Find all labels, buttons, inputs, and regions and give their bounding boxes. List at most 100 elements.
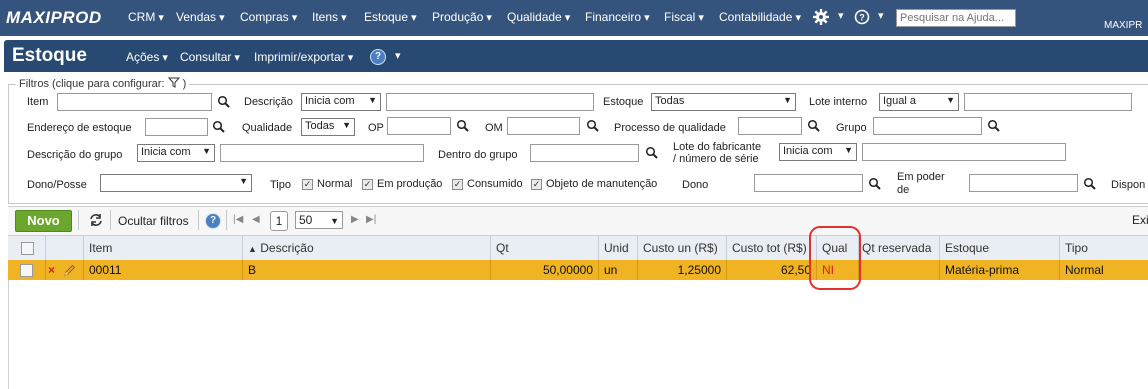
- filter-descricao-operator[interactable]: Inicia com ▼: [301, 93, 381, 111]
- filter-qualidade-value: Todas: [305, 120, 335, 132]
- nav-crm[interactable]: CRM: [128, 10, 164, 24]
- gear-dropdown-caret[interactable]: ▾: [838, 9, 844, 22]
- tipo-consumido-checkbox[interactable]: ✓: [452, 179, 463, 190]
- filter-estoque-select[interactable]: Todas ▼: [651, 93, 796, 111]
- nav-itens[interactable]: Itens: [312, 10, 347, 24]
- filter-grupo-input[interactable]: [873, 117, 982, 135]
- filter-em-poder-input[interactable]: [969, 174, 1078, 192]
- menu-acoes[interactable]: Ações: [126, 50, 168, 64]
- search-icon[interactable]: [586, 119, 600, 133]
- chevron-down-icon: ▼: [783, 95, 792, 105]
- page-number-input[interactable]: 1: [270, 211, 288, 231]
- cell-qt-reservada: [859, 260, 940, 280]
- filter-descricao-grupo-operator[interactable]: Inicia com ▼: [137, 144, 215, 162]
- nav-qualidade[interactable]: Qualidade: [507, 10, 570, 24]
- column-header-unid[interactable]: Unid: [599, 236, 638, 260]
- filter-grupo-label: Grupo: [836, 122, 867, 134]
- filter-endereco-input[interactable]: [145, 118, 208, 136]
- first-page-icon[interactable]: |◀: [233, 214, 243, 225]
- column-header-item[interactable]: Item: [84, 236, 243, 260]
- chevron-down-icon: ▼: [239, 176, 248, 186]
- cell-tipo: Normal: [1065, 263, 1104, 277]
- filter-lote-fabricante-input[interactable]: [862, 143, 1066, 161]
- refresh-icon[interactable]: [88, 213, 104, 230]
- edit-icon[interactable]: [63, 263, 76, 280]
- nav-financeiro[interactable]: Financeiro: [585, 10, 650, 24]
- table-row[interactable]: × 00011 B 50,00000 un 1,25000 62,50 NI M…: [8, 260, 1148, 280]
- nav-estoque[interactable]: Estoque: [364, 10, 417, 24]
- filters-legend-close: ): [182, 78, 187, 90]
- filter-item-input[interactable]: [57, 93, 212, 111]
- row-select-checkbox[interactable]: [20, 264, 33, 277]
- chevron-down-icon: ▼: [368, 95, 377, 105]
- column-header-custo-un[interactable]: Custo un (R$): [638, 236, 727, 260]
- tipo-objeto-manutencao-checkbox[interactable]: ✓: [531, 179, 542, 190]
- select-all-checkbox[interactable]: [21, 242, 34, 255]
- search-icon[interactable]: [1083, 177, 1097, 191]
- last-page-icon[interactable]: ▶|: [366, 214, 376, 225]
- novo-button[interactable]: Novo: [15, 210, 72, 232]
- toolbar-separator: [78, 210, 79, 230]
- prev-page-icon[interactable]: ◀: [252, 214, 260, 225]
- exibir-button[interactable]: Exi: [1132, 213, 1148, 227]
- nav-vendas[interactable]: Vendas: [176, 10, 225, 24]
- help-dropdown-caret[interactable]: ▾: [878, 9, 884, 22]
- filter-descricao-grupo-input[interactable]: [220, 144, 424, 162]
- column-header-estoque[interactable]: Estoque: [940, 236, 1060, 260]
- filter-dentro-grupo-input[interactable]: [530, 144, 639, 162]
- filter-descricao-label: Descrição: [244, 96, 293, 108]
- filter-om-input[interactable]: [507, 117, 580, 135]
- column-header-custo-tot[interactable]: Custo tot (R$): [727, 236, 817, 260]
- app-logo[interactable]: MAXIPROD: [6, 8, 102, 28]
- menu-imprimir-exportar[interactable]: Imprimir/exportar: [254, 50, 353, 64]
- module-help-dropdown-caret[interactable]: ▾: [395, 49, 401, 62]
- grid-help-icon[interactable]: ?: [205, 213, 221, 229]
- help-search-input[interactable]: [896, 9, 1016, 27]
- ocultar-filtros-button[interactable]: Ocultar filtros: [118, 214, 189, 228]
- search-icon[interactable]: [868, 177, 882, 191]
- column-header-descricao[interactable]: ▲ Descrição: [243, 236, 491, 260]
- search-icon[interactable]: [987, 119, 1001, 133]
- filter-descricao-input[interactable]: [386, 93, 594, 111]
- tipo-em-producao-checkbox[interactable]: ✓: [362, 179, 373, 190]
- filter-icon[interactable]: [167, 77, 180, 88]
- filter-processo-input[interactable]: [738, 117, 802, 135]
- search-icon[interactable]: [212, 120, 226, 134]
- filter-lote-interno-operator[interactable]: Igual a ▼: [879, 93, 959, 111]
- filter-lote-fabricante-operator[interactable]: Inicia com ▼: [779, 143, 857, 161]
- tipo-normal-label: Normal: [317, 178, 353, 190]
- row-actions-cell: ×: [46, 260, 84, 280]
- tipo-normal-checkbox[interactable]: ✓: [302, 179, 313, 190]
- column-header-qt-reservada[interactable]: Qt reservada: [859, 236, 940, 260]
- filter-lote-fabricante-label-line1: Lote do fabricante: [673, 141, 762, 153]
- filter-qualidade-select[interactable]: Todas ▼: [301, 118, 355, 136]
- cell-custo-un: 1,25000: [638, 260, 727, 280]
- filter-op-input[interactable]: [387, 117, 451, 135]
- nav-contabilidade[interactable]: Contabilidade: [719, 10, 801, 24]
- filters-legend[interactable]: Filtros (clique para configurar: ): [16, 77, 190, 90]
- tipo-consumido-label: Consumido: [467, 178, 523, 190]
- nav-compras[interactable]: Compras: [240, 10, 297, 24]
- search-icon[interactable]: [217, 95, 231, 109]
- menu-consultar[interactable]: Consultar: [180, 50, 240, 64]
- delete-icon[interactable]: ×: [48, 260, 55, 280]
- filter-dono-input[interactable]: [754, 174, 863, 192]
- search-icon[interactable]: [456, 119, 470, 133]
- grid-body: [8, 280, 1148, 389]
- search-icon[interactable]: [807, 119, 821, 133]
- help-icon[interactable]: ?: [854, 9, 870, 28]
- page-size-value: 50: [299, 213, 313, 227]
- module-help-icon[interactable]: ?: [370, 49, 386, 65]
- user-name[interactable]: MAXIPR: [1104, 20, 1142, 31]
- gear-icon[interactable]: [812, 8, 830, 29]
- search-icon[interactable]: [645, 146, 659, 160]
- page-size-select[interactable]: 50 ▼: [295, 211, 343, 229]
- column-header-tipo[interactable]: Tipo: [1060, 236, 1148, 260]
- filter-lote-interno-input[interactable]: [964, 93, 1132, 111]
- next-page-icon[interactable]: ▶: [351, 214, 359, 225]
- nav-fiscal[interactable]: Fiscal: [664, 10, 704, 24]
- column-header-qt[interactable]: Qt: [491, 236, 599, 260]
- nav-producao[interactable]: Produção: [432, 10, 492, 24]
- module-header: Estoque Ações Consultar Imprimir/exporta…: [4, 40, 1148, 72]
- filter-dono-posse-select[interactable]: ▼: [100, 174, 252, 192]
